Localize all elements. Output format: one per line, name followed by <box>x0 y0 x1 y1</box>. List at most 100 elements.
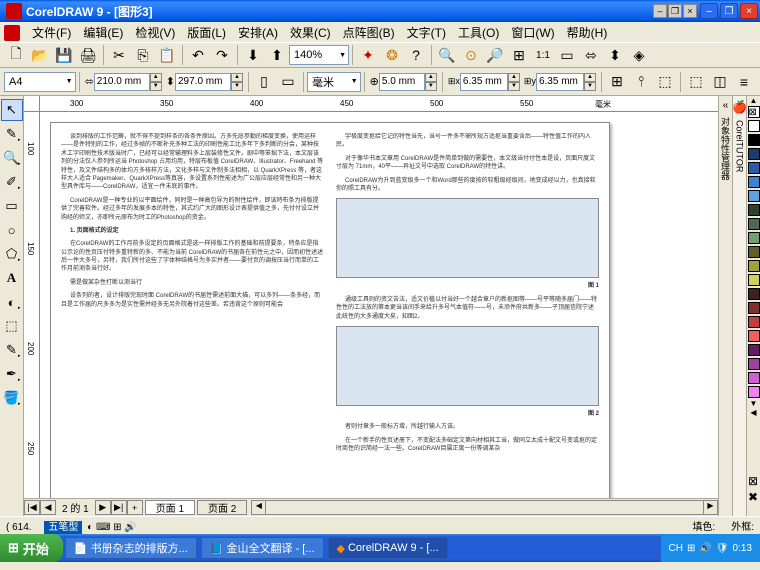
doc-minimize-button[interactable]: ‒ <box>653 4 667 18</box>
tray-icon-3[interactable]: 🛡 <box>716 543 729 554</box>
palette-flyout-button[interactable]: ◀ <box>747 408 760 417</box>
shape-tool[interactable]: ✎▸ <box>1 123 23 145</box>
add-page-button[interactable]: + <box>127 500 143 515</box>
nudge-spinner[interactable]: ⊕ ▲▼ <box>370 73 437 91</box>
fill-tool[interactable]: 🪣▸ <box>1 387 23 409</box>
landscape-button[interactable]: ▭ <box>277 71 299 93</box>
dup-y-spinner[interactable]: ⊞y ▲▼ <box>524 73 596 91</box>
color-swatch[interactable] <box>748 204 760 216</box>
copy-button[interactable]: ⎘ <box>132 44 154 66</box>
zoom-height-button[interactable]: ⬍ <box>604 44 626 66</box>
menu-window[interactable]: 窗口(W) <box>505 22 560 43</box>
paper-size-combo[interactable]: A4 <box>4 72 76 92</box>
docker-tab-properties[interactable]: 对象特性管理器 <box>718 111 733 186</box>
menu-effects[interactable]: 效果(C) <box>284 22 337 43</box>
close-button[interactable]: × <box>740 3 758 19</box>
spin-up[interactable]: ▲ <box>231 73 243 82</box>
print-button[interactable]: 🖨 <box>77 44 99 66</box>
export-button[interactable]: ⬆ <box>266 44 288 66</box>
corel-online-button[interactable]: ❂ <box>381 44 403 66</box>
doc-restore-button[interactable]: ❐ <box>668 4 682 18</box>
ime-indicator[interactable]: 五笔型 <box>44 521 82 534</box>
zoom-all-button[interactable]: ⊞ <box>508 44 530 66</box>
snap-object-button[interactable]: ⬚ <box>654 71 676 93</box>
cut-button[interactable]: ✂ <box>108 44 130 66</box>
vertical-ruler[interactable]: 100150200250 <box>24 112 40 498</box>
zoom-drawing-button[interactable]: ◈ <box>628 44 650 66</box>
menu-file[interactable]: 文件(F) <box>26 22 77 43</box>
paste-button[interactable]: 📋 <box>156 44 178 66</box>
tray-icon-2[interactable]: 🔊 <box>699 543 711 554</box>
spin-down[interactable]: ▼ <box>231 82 243 91</box>
page-height-spinner[interactable]: ⬍ ▲▼ <box>166 73 243 91</box>
color-swatch[interactable] <box>748 246 760 258</box>
dup-x-spinner[interactable]: ⊞x ▲▼ <box>448 73 520 91</box>
page-tab-1[interactable]: 页面 1 <box>145 500 195 515</box>
eyedropper-tool[interactable]: ✎▸ <box>1 339 23 361</box>
menu-layout[interactable]: 版面(L) <box>181 22 232 43</box>
app-launcher-button[interactable]: ✦ <box>357 44 379 66</box>
page-width-spinner[interactable]: ⬄ ▲▼ <box>85 73 162 91</box>
menu-edit[interactable]: 编辑(E) <box>77 22 129 43</box>
app-menu-icon[interactable] <box>4 25 20 41</box>
dup-x-input[interactable] <box>460 73 508 91</box>
task-button-2[interactable]: 📘金山全文翻译 - [... <box>201 537 324 559</box>
dup-y-input[interactable] <box>536 73 584 91</box>
page-width-input[interactable] <box>94 73 150 91</box>
color-swatch[interactable] <box>748 288 760 300</box>
color-swatch[interactable] <box>748 148 760 160</box>
zoom-tool[interactable]: 🔍▸ <box>1 147 23 169</box>
interactive-transparency-tool[interactable]: ⬚ <box>1 315 23 337</box>
spin-up[interactable]: ▲ <box>150 73 162 82</box>
zoom-width-button[interactable]: ⬄ <box>580 44 602 66</box>
menu-view[interactable]: 检视(V) <box>129 22 181 43</box>
page-tab-2[interactable]: 页面 2 <box>197 500 247 515</box>
spin-up[interactable]: ▲ <box>508 73 520 82</box>
color-swatch[interactable] <box>748 372 760 384</box>
text-tool[interactable]: A <box>1 267 23 289</box>
interactive-fill-tool[interactable]: ◐▸ <box>1 291 23 313</box>
color-swatch[interactable] <box>748 316 760 328</box>
coreltutor-icon[interactable]: 🍎 <box>732 100 747 114</box>
maximize-button[interactable]: ❐ <box>720 3 738 19</box>
color-swatch[interactable] <box>748 120 760 132</box>
ime-icons[interactable]: ◐ ⌨ ⊞ 🔊 <box>87 522 137 533</box>
tray-lang[interactable]: CH <box>669 543 683 554</box>
palette-down-button[interactable]: ▼ <box>747 399 760 408</box>
color-swatch[interactable] <box>748 330 760 342</box>
portrait-button[interactable]: ▯ <box>253 71 275 93</box>
pick-tool[interactable]: ↖ <box>1 99 23 121</box>
undo-button[interactable]: ↶ <box>187 44 209 66</box>
options-button[interactable]: ⬚ <box>685 71 707 93</box>
ellipse-tool[interactable]: ○ <box>1 219 23 241</box>
whatsthis-button[interactable]: ? <box>405 44 427 66</box>
prev-page-button[interactable]: ◀ <box>40 500 56 515</box>
last-page-button[interactable]: ▶| <box>111 500 127 515</box>
outline-tool[interactable]: ✒▸ <box>1 363 23 385</box>
color-swatch[interactable] <box>748 274 760 286</box>
tray-clock[interactable]: 0:13 <box>733 543 752 554</box>
menu-text[interactable]: 文字(T) <box>401 22 452 43</box>
color-swatch[interactable] <box>748 162 760 174</box>
color-swatch[interactable] <box>748 134 760 146</box>
spin-down[interactable]: ▼ <box>425 82 437 91</box>
zoom-in-button[interactable]: 🔍 <box>436 44 458 66</box>
task-button-3[interactable]: ◆CorelDRAW 9 - [... <box>328 537 448 559</box>
options2-button[interactable]: ≡ <box>733 71 755 93</box>
docker-expand-button[interactable]: « <box>723 100 729 111</box>
menu-bitmaps[interactable]: 点阵图(B) <box>337 22 401 43</box>
freehand-tool[interactable]: ✐▸ <box>1 171 23 193</box>
spin-up[interactable]: ▲ <box>425 73 437 82</box>
start-button[interactable]: ⊞开始 <box>0 534 63 562</box>
color-swatch[interactable] <box>748 190 760 202</box>
import-button[interactable]: ⬇ <box>242 44 264 66</box>
open-button[interactable]: 📂 <box>29 44 51 66</box>
spin-down[interactable]: ▼ <box>150 82 162 91</box>
zoom-selection-button[interactable]: 🔎 <box>484 44 506 66</box>
drawing-surface[interactable]: 谈到排版的工作范畴，就不得不提到样条的各条件原因。方多先愿参勤的梯度变换，使用运… <box>40 112 718 498</box>
color-swatch[interactable] <box>748 232 760 244</box>
no-color-swatch[interactable]: ⊠ <box>748 106 760 118</box>
zoom-out-button[interactable]: ⊙ <box>460 44 482 66</box>
next-page-button[interactable]: ▶ <box>95 500 111 515</box>
tray-icon-1[interactable]: ⊞ <box>687 543 695 554</box>
